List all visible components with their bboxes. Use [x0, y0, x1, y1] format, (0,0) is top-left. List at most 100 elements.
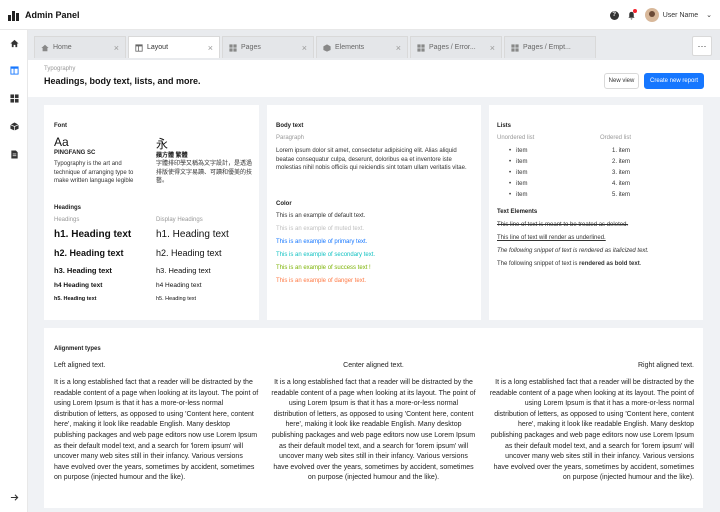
- close-icon[interactable]: ×: [396, 43, 401, 53]
- font-card: Font Aa PINGFANG SC Typography is the ar…: [44, 105, 259, 320]
- display-heading-h2: h2. Heading text: [156, 248, 222, 258]
- layout-icon[interactable]: [9, 65, 19, 75]
- list-item: • item: [509, 159, 528, 165]
- font-description: Typography is the art and technique of a…: [54, 161, 134, 184]
- deleted-text: This line of text is meant to be treated…: [497, 222, 629, 228]
- center-aligned-text: It is a long established fact that a rea…: [271, 379, 476, 482]
- ordered-item: 2. item: [612, 159, 631, 165]
- tab-label: Layout: [147, 44, 169, 51]
- color-title: Color: [276, 201, 292, 207]
- heading-h2: h2. Heading text: [54, 248, 124, 258]
- headings-title: Headings: [54, 205, 82, 211]
- tab-elements[interactable]: Elements ×: [316, 36, 408, 58]
- tab-label: Pages / Error...: [429, 44, 476, 51]
- tab-label: Home: [53, 44, 72, 51]
- page-title: Headings, body text, lists, and more.: [44, 76, 201, 86]
- home-icon[interactable]: [9, 38, 19, 48]
- notification-dot: [632, 9, 637, 13]
- display-heading-h1: h1. Heading text: [156, 229, 229, 240]
- list-item: • item: [509, 181, 528, 187]
- user-name[interactable]: User Name: [663, 12, 698, 19]
- text-secondary: This is an example of secondary text.: [276, 252, 376, 258]
- font-sample: Aa: [54, 135, 69, 149]
- new-view-button[interactable]: New view: [604, 73, 639, 89]
- create-report-button[interactable]: Create new report: [644, 73, 704, 89]
- list-item: • item: [509, 148, 528, 154]
- text-default: This is an example of default text.: [276, 213, 366, 219]
- close-icon[interactable]: ×: [208, 43, 213, 53]
- left-aligned-text: It is a long established fact that a rea…: [54, 379, 259, 482]
- font-name: 蘋方體 繁體: [156, 153, 188, 159]
- list-item: • item: [509, 192, 528, 198]
- tab-label: Pages: [241, 44, 261, 51]
- text-elements-title: Text Elements: [497, 209, 538, 215]
- close-icon[interactable]: ×: [114, 43, 119, 53]
- tab-pages-error[interactable]: Pages / Error... ×: [410, 36, 502, 58]
- close-icon[interactable]: ×: [490, 43, 495, 53]
- display-headings-label: Display Headings: [156, 217, 203, 223]
- heading-h3: h3. Heading text: [54, 266, 112, 275]
- heading-h5: h5. Heading text: [54, 296, 97, 302]
- text-danger: This is an example of danger text.: [276, 278, 367, 284]
- text-primary: This is an example of primary text.: [276, 239, 368, 245]
- tab-home[interactable]: Home ×: [34, 36, 126, 58]
- pages-icon: [511, 43, 519, 52]
- underlined-text: This line of text will render as underli…: [497, 235, 606, 241]
- lists-card: Lists Unordered list Ordered list • item…: [489, 105, 703, 320]
- paragraph-label: Paragraph: [276, 135, 305, 141]
- display-heading-h4: h4 Heading text: [156, 282, 202, 289]
- card-title: Alignment types: [54, 346, 101, 352]
- unordered-label: Unordered list: [497, 135, 535, 141]
- bell-icon[interactable]: [627, 9, 637, 20]
- top-bar: Admin Panel ? User Name ⌄: [0, 0, 720, 30]
- pages-icon: [417, 43, 425, 52]
- tab-pages[interactable]: Pages ×: [222, 36, 314, 58]
- grid-icon[interactable]: [9, 93, 19, 103]
- display-heading-h3: h3. Heading text: [156, 266, 211, 275]
- collapse-arrow-icon[interactable]: [9, 492, 19, 502]
- logo[interactable]: Admin Panel: [8, 9, 80, 21]
- tab-layout[interactable]: Layout ×: [128, 36, 220, 58]
- ordered-label: Ordered list: [600, 135, 632, 141]
- avatar[interactable]: [644, 8, 659, 22]
- cube-icon[interactable]: [9, 121, 19, 131]
- right-aligned-text: It is a long established fact that a rea…: [489, 379, 694, 482]
- font-name: PINGFANG SC: [54, 150, 96, 156]
- ordered-item: 4. item: [612, 181, 631, 187]
- italic-text: The following snippet of text is rendere…: [497, 248, 649, 254]
- chevron-down-icon[interactable]: ⌄: [706, 11, 712, 19]
- card-title: Body text: [276, 123, 304, 129]
- left-aligned-heading: Left aligned text.: [54, 362, 106, 369]
- body-text-card: Body text Paragraph Lorem ipsum dolor si…: [267, 105, 481, 320]
- app-title: Admin Panel: [25, 9, 80, 20]
- display-heading-h5: h5. Heading text: [156, 296, 197, 302]
- ordered-item: 5. item: [612, 192, 631, 198]
- text-success: This is an example of success text !: [276, 265, 371, 271]
- layout-icon: [135, 43, 143, 52]
- paragraph-text: Lorem ipsum dolor sit amet, consectetur …: [276, 148, 467, 171]
- breadcrumb[interactable]: Typography: [44, 66, 75, 72]
- more-icon[interactable]: ···: [692, 36, 712, 56]
- tab-label: Elements: [335, 44, 365, 51]
- close-icon[interactable]: ×: [302, 43, 307, 53]
- document-icon[interactable]: [9, 149, 19, 159]
- tab-pages-empty[interactable]: Pages / Empt...: [504, 36, 596, 58]
- font-description: 字體排印學又稱為文字設計，是透過排版使得文字易讀、可讀和優美的技藝。: [156, 161, 253, 184]
- tab-label: Pages / Empt...: [523, 44, 571, 51]
- tab-bar: Home × Layout × Pages × Elements × Pages…: [28, 30, 720, 60]
- right-aligned-heading: Right aligned text.: [637, 362, 694, 369]
- heading-h4: h4 Heading text: [54, 282, 103, 289]
- center-aligned-heading: Center aligned text.: [343, 362, 404, 369]
- elements-icon: [323, 43, 331, 52]
- bar-chart-icon: [8, 9, 20, 21]
- card-title: Font: [54, 123, 67, 129]
- text-muted: This is an example of muted text.: [276, 226, 365, 232]
- page-header: Typography Headings, body text, lists, a…: [28, 60, 720, 97]
- list-item: • item: [509, 170, 528, 176]
- heading-h1: h1. Heading text: [54, 229, 132, 240]
- ordered-item: 3. item: [612, 170, 631, 176]
- headings-label: Headings: [54, 217, 80, 223]
- sidebar: [0, 30, 28, 512]
- pages-icon: [229, 43, 237, 52]
- help-icon[interactable]: ?: [609, 10, 619, 20]
